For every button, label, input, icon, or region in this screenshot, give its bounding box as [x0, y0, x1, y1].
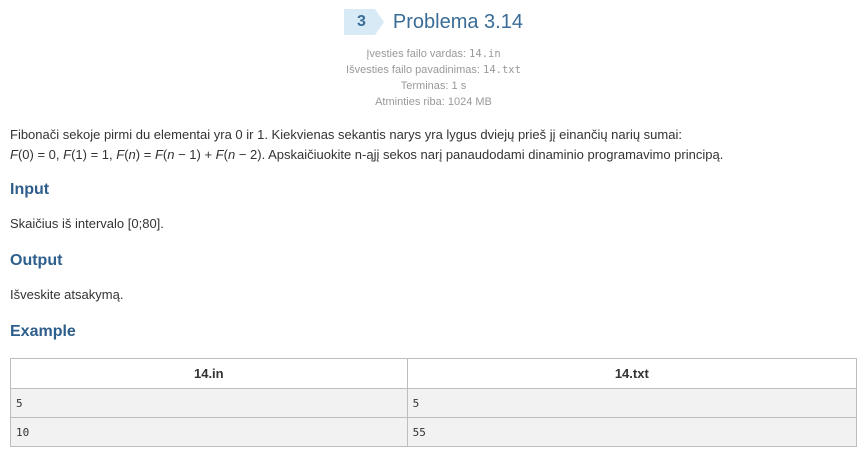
problem-number-badge: 3	[344, 9, 384, 35]
statement-line-1: Fibonači sekoje pirmi du elementai yra 0…	[10, 127, 682, 142]
table-row: 5 5	[10, 388, 858, 418]
memory-limit-label: Atminties riba:	[375, 96, 445, 108]
output-file-name: 14.txt	[483, 64, 521, 76]
time-limit-label: Terminas:	[400, 80, 449, 92]
problem-meta: Įvesties failo vardas: 14.in Išvesties f…	[0, 46, 867, 110]
statement-line-2: F(0) = 0, F(1) = 1, F(n) = F(n − 1) + F(…	[10, 145, 855, 165]
input-file-label: Įvesties failo vardas:	[366, 48, 466, 60]
example-output-cell: 55	[406, 417, 858, 447]
input-file-info: Įvesties failo vardas: 14.in	[0, 46, 867, 62]
statement-line-2-text: . Apskaičiuokite n-ąjį sekos narį panaud…	[261, 147, 724, 162]
output-heading: Output	[10, 252, 63, 269]
example-output-cell: 5	[406, 388, 858, 418]
page-title: Problema 3.14	[392, 10, 523, 33]
time-limit-info: Terminas: 1 s	[0, 78, 867, 94]
fibonacci-formula: F(0) = 0, F(1) = 1, F(n) = F(n − 1) + F(…	[10, 147, 262, 162]
input-file-name: 14.in	[469, 48, 501, 60]
memory-limit-info: Atminties riba: 1024 MB	[0, 94, 867, 110]
problem-statement: Fibonači sekoje pirmi du elementai yra 0…	[10, 125, 855, 165]
memory-limit-value: 1024 MB	[447, 96, 492, 108]
input-heading: Input	[10, 181, 50, 198]
table-row: 10 55	[10, 417, 858, 447]
time-limit-value: 1 s	[451, 80, 467, 92]
example-input-header: 14.in	[10, 358, 408, 389]
example-output-header: 14.txt	[406, 358, 858, 389]
example-input-cell: 5	[10, 388, 408, 418]
input-description: Skaičius iš intervalo [0;80].	[10, 216, 164, 231]
problem-header: 3 Problema 3.14	[0, 9, 867, 35]
example-heading: Example	[10, 323, 76, 340]
example-header-row: 14.in 14.txt	[10, 358, 858, 389]
output-file-label: Išvesties failo pavadinimas:	[346, 64, 480, 76]
example-table: 14.in 14.txt 5 5 10 55	[10, 358, 858, 447]
example-input-cell: 10	[10, 417, 408, 447]
output-description: Išveskite atsakymą.	[10, 287, 124, 302]
output-file-info: Išvesties failo pavadinimas: 14.txt	[0, 62, 867, 78]
